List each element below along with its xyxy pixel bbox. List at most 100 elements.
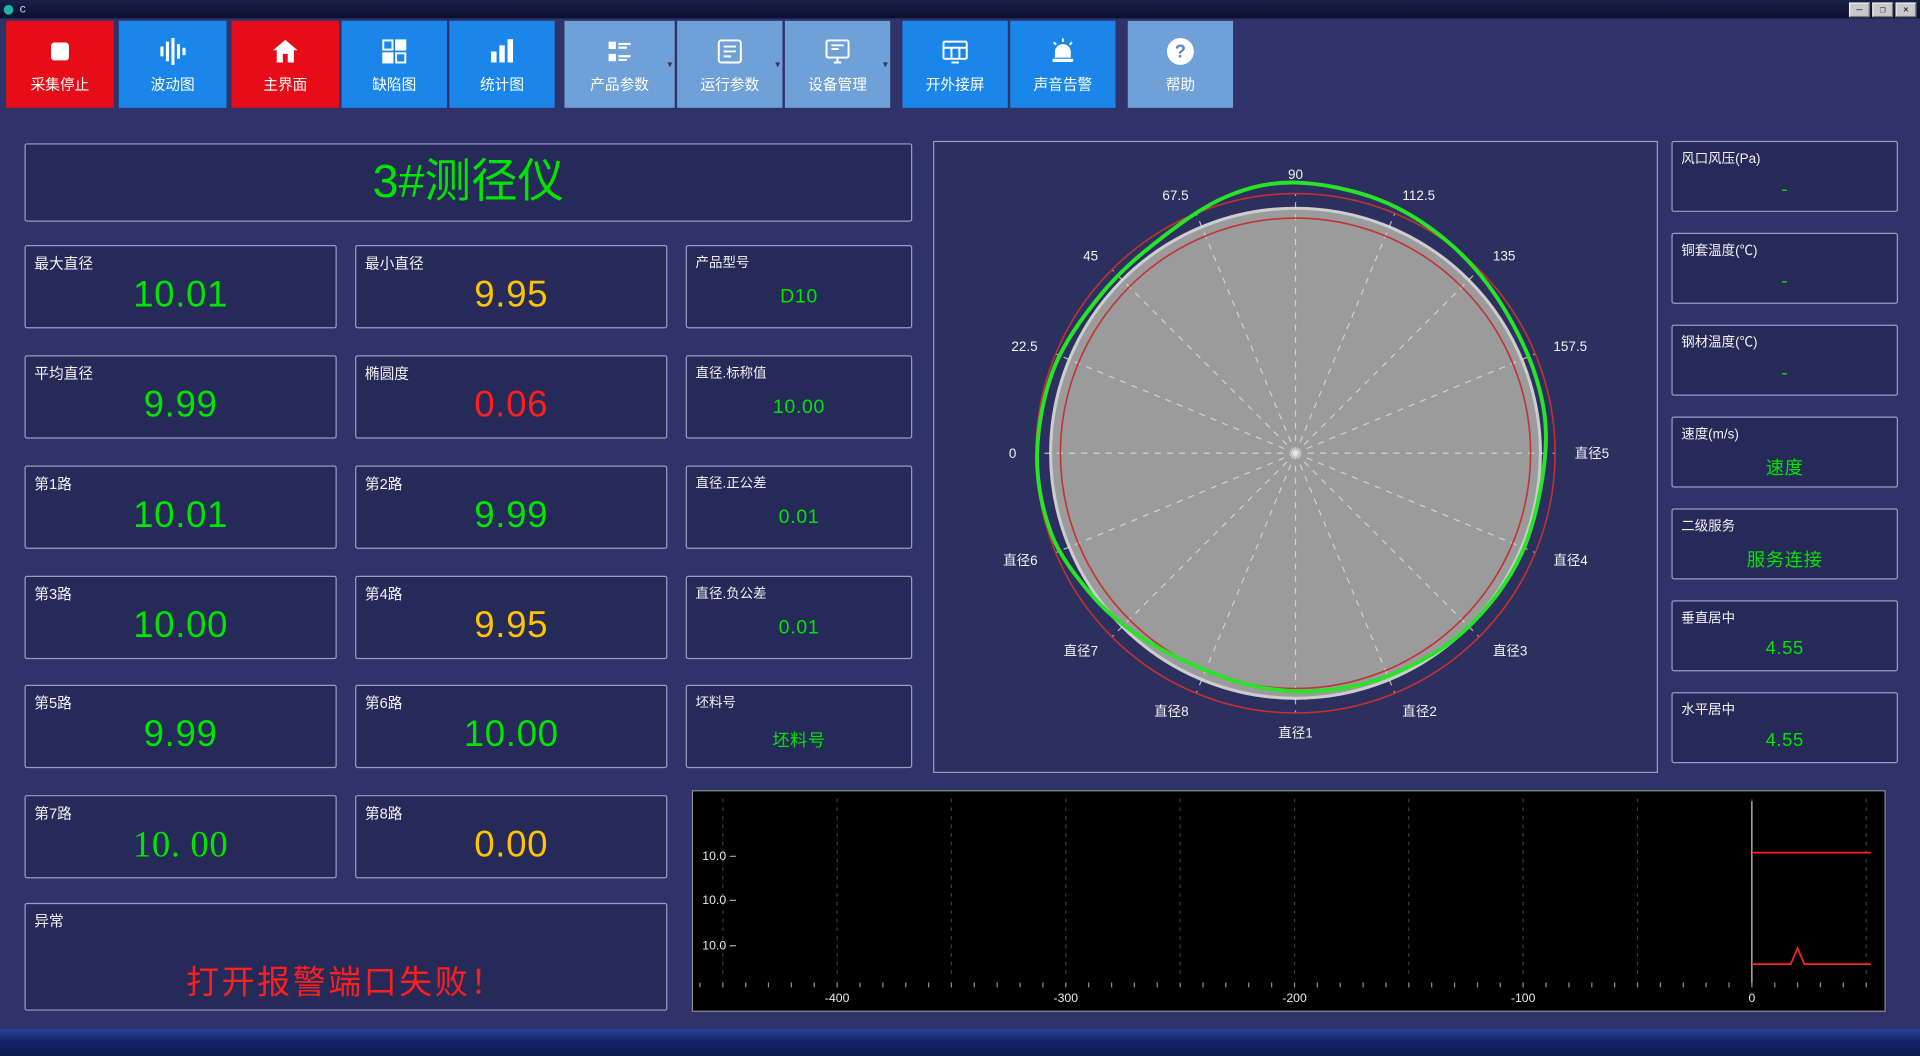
right-card-wind-pressure: 风口风压(Pa) - — [1671, 140, 1898, 212]
main-toolbar: 采集停止 波动图 主界面 缺陷图 统计图 产品参数 ▾ 运行参数 ▾ 设备管理 … — [0, 20, 1920, 108]
card-value: - — [1781, 362, 1789, 384]
waveform-icon — [158, 35, 187, 67]
card-label: 坯料号 — [695, 695, 736, 711]
card-minus-tolerance: 直径.负公差 0.01 — [685, 575, 913, 660]
toolbar-button-help[interactable]: ? 帮助 — [1127, 20, 1234, 108]
right-card-steel-temp: 钢材温度(℃) - — [1671, 324, 1898, 396]
toolbar-button-sound-alarm[interactable]: 声音告警 — [1010, 20, 1116, 108]
toolbar-button-main-screen[interactable]: 主界面 — [231, 20, 340, 108]
toolbar-button-run-params[interactable]: 运行参数 ▾ — [677, 20, 783, 108]
device-title: 3#测径仪 — [372, 156, 565, 209]
toolbar-button-label: 声音告警 — [1033, 75, 1093, 93]
toolbar-button-product-params[interactable]: 产品参数 ▾ — [564, 20, 675, 108]
svg-text:135: 135 — [1493, 249, 1515, 264]
close-button[interactable]: × — [1895, 1, 1917, 17]
card-value: 4.55 — [1765, 730, 1804, 751]
card-max-diameter: 最大直径 10.01 — [24, 245, 337, 329]
svg-text:90: 90 — [1288, 167, 1303, 182]
window-title: c — [19, 2, 26, 16]
minimize-button[interactable]: – — [1848, 1, 1870, 17]
card-billet-number: 坯料号 坯料号 — [685, 684, 913, 769]
chevron-down-icon: ▾ — [882, 58, 888, 70]
card-value: 9.99 — [143, 714, 218, 755]
card-value: 9.95 — [474, 605, 549, 646]
toolbar-button-defect-chart[interactable]: 缺陷图 — [341, 20, 447, 108]
card-value: 9.95 — [474, 274, 549, 315]
card-label: 二级服务 — [1681, 519, 1736, 535]
toolbar-button-label: 开外接屏 — [925, 75, 985, 93]
toolbar-button-label: 设备管理 — [808, 75, 867, 93]
alarm-message: 打开报警端口失败！ — [186, 964, 506, 1001]
card-value: 10.00 — [772, 396, 826, 418]
toolbar-button-device-mgmt[interactable]: 设备管理 ▾ — [784, 20, 891, 108]
card-label: 直径.负公差 — [695, 586, 767, 602]
card-label: 最大直径 — [34, 254, 94, 272]
right-card-vertical-center: 垂直居中 4.55 — [1671, 600, 1898, 672]
svg-text:直径3: 直径3 — [1493, 644, 1527, 659]
card-label: 第7路 — [34, 804, 72, 823]
card-label: 异常 — [34, 912, 64, 930]
card-value: 速度 — [1765, 458, 1804, 479]
svg-text:10.0: 10.0 — [702, 938, 726, 952]
card-label: 水平居中 — [1681, 703, 1736, 718]
card-label: 第3路 — [34, 585, 72, 603]
card-label: 第2路 — [364, 475, 403, 493]
card-value: 0.01 — [778, 617, 820, 639]
card-label: 产品型号 — [695, 256, 750, 271]
window-titlebar: c – ❐ × — [0, 0, 1920, 19]
card-label: 第8路 — [364, 804, 403, 823]
svg-text:直径6: 直径6 — [1003, 553, 1037, 568]
home-icon — [271, 35, 300, 67]
card-label: 椭圆度 — [364, 365, 409, 383]
card-value: 坯料号 — [772, 730, 826, 750]
right-card-sleeve-temp: 铜套温度(℃) - — [1671, 232, 1898, 304]
polar-chart-panel: 0 22.5 45 67.5 90 112.5 135 157.5 直径5 直径4 直径3 直径2 直径… — [933, 140, 1658, 774]
card-label: 第4路 — [364, 585, 403, 603]
toolbar-button-label: 运行参数 — [700, 75, 760, 93]
right-card-service: 二级服务 服务连接 — [1671, 508, 1898, 580]
svg-text:0: 0 — [1009, 446, 1016, 461]
toolbar-button-label: 统计图 — [479, 75, 525, 93]
toolbar-button-label: 波动图 — [150, 75, 195, 93]
svg-text:-400: -400 — [825, 991, 850, 1005]
toolbar-button-label: 产品参数 — [590, 75, 649, 93]
trend-chart-panel: 10.0 10.0 10.0 -400 -300 -200 -100 0 — [691, 790, 1886, 1012]
svg-text:157.5: 157.5 — [1553, 339, 1587, 354]
card-label: 直径.标称值 — [695, 366, 767, 381]
toolbar-button-stop-collect[interactable]: 采集停止 — [6, 20, 114, 108]
right-card-speed: 速度(m/s) 速度 — [1671, 416, 1898, 488]
external-screen-icon — [940, 35, 969, 67]
polar-profile-chart: 0 22.5 45 67.5 90 112.5 135 157.5 直径5 直径4 直径3 直径2 直径… — [1003, 167, 1609, 741]
card-label: 第1路 — [34, 475, 72, 493]
card-channel-1: 第1路 10.01 — [24, 465, 337, 549]
toolbar-button-external-screen[interactable]: 开外接屏 — [902, 20, 1008, 108]
card-value: 0.01 — [778, 507, 820, 529]
window-controls: – ❐ × — [1848, 1, 1917, 17]
card-value: 0.06 — [474, 384, 549, 426]
product-params-icon — [605, 35, 634, 67]
chevron-down-icon: ▾ — [775, 58, 781, 70]
app-window: c – ❐ × 采集停止 波动图 主界面 缺陷图 统计图 产品参数 ▾ 运行参数… — [0, 0, 1920, 1056]
card-label: 平均直径 — [34, 365, 94, 383]
help-icon: ? — [1164, 35, 1196, 67]
right-card-horizontal-center: 水平居中 4.55 — [1671, 692, 1898, 764]
card-value: - — [1781, 270, 1789, 292]
bar-chart-icon — [487, 35, 516, 67]
card-value: 9.99 — [474, 494, 549, 536]
svg-text:-300: -300 — [1054, 991, 1079, 1005]
card-plus-tolerance: 直径.正公差 0.01 — [685, 465, 913, 549]
svg-text:10.0: 10.0 — [702, 893, 726, 907]
maximize-button[interactable]: ❐ — [1872, 1, 1894, 17]
svg-text:?: ? — [1175, 40, 1186, 61]
card-channel-3: 第3路 10.00 — [24, 575, 337, 660]
toolbar-button-stats-chart[interactable]: 统计图 — [449, 20, 555, 108]
card-channel-7: 第7路 10. 00 — [24, 795, 337, 879]
app-icon — [3, 4, 14, 15]
toolbar-button-wave-chart[interactable]: 波动图 — [118, 20, 227, 108]
diameter-trend-chart: 10.0 10.0 10.0 -400 -300 -200 -100 0 — [699, 798, 1871, 1005]
card-value: 10.00 — [133, 605, 229, 646]
card-product-model: 产品型号 D10 — [685, 245, 913, 329]
svg-text:-100: -100 — [1511, 991, 1536, 1005]
card-ovality: 椭圆度 0.06 — [355, 355, 668, 439]
card-channel-6: 第6路 10.00 — [355, 684, 668, 769]
